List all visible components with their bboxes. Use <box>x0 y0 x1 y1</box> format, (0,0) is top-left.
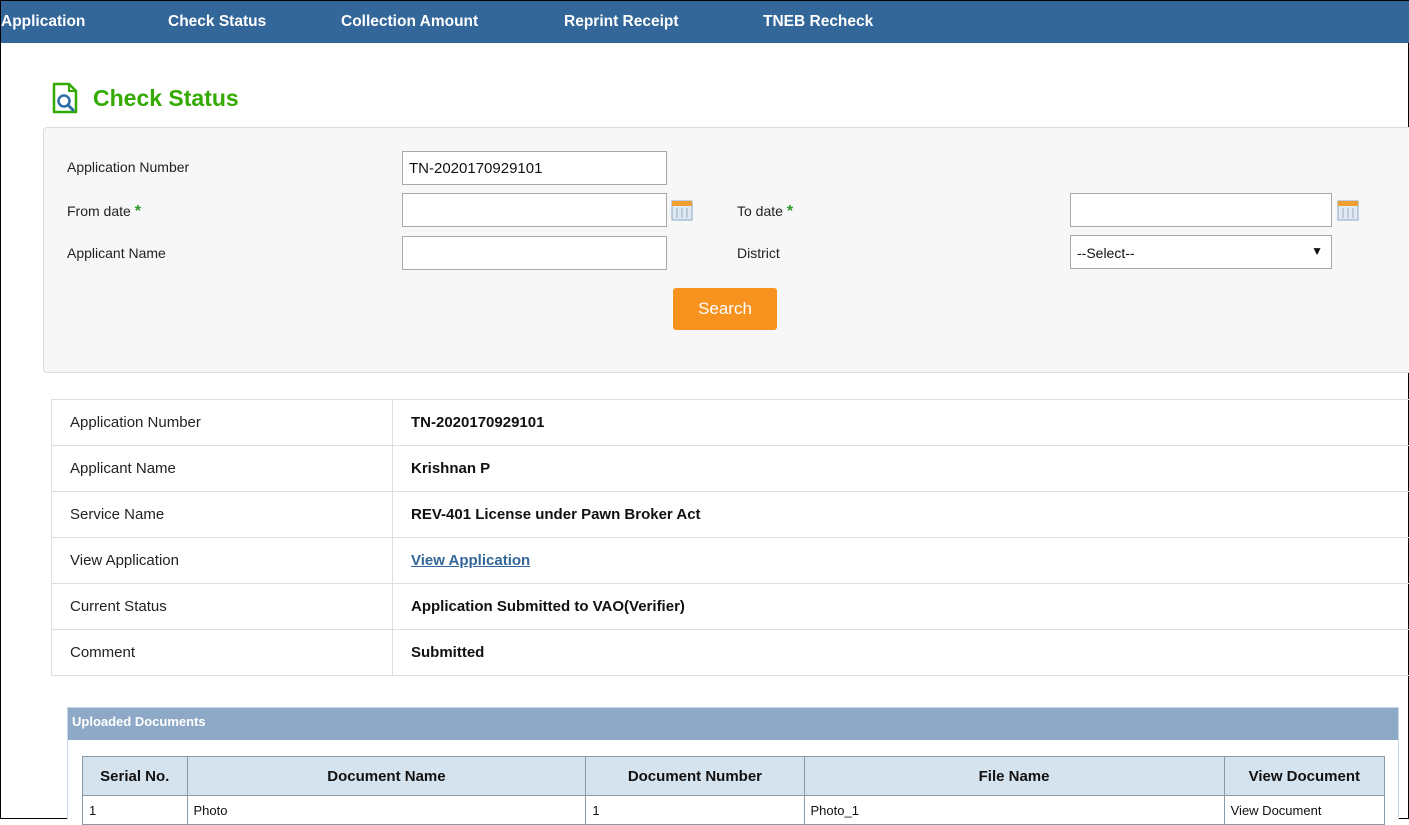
nav-tneb-recheck[interactable]: TNEB Recheck <box>763 1 873 43</box>
detail-label: Service Name <box>52 492 393 538</box>
search-button[interactable]: Search <box>673 288 777 330</box>
detail-label: Application Number <box>52 400 393 446</box>
dropdown-arrow-icon: ▼ <box>1311 244 1323 258</box>
uploaded-documents-panel: Uploaded Documents Serial No. Document N… <box>67 707 1399 820</box>
table-header-row: Serial No. Document Name Document Number… <box>83 757 1385 796</box>
table-cell: Photo_1 <box>804 796 1224 825</box>
column-header: Serial No. <box>83 757 188 796</box>
district-label: District <box>737 245 780 261</box>
to-date-input[interactable] <box>1070 193 1332 227</box>
detail-label: Current Status <box>52 584 393 630</box>
from-date-input[interactable] <box>402 193 667 227</box>
view-application-link[interactable]: View Application <box>411 552 530 569</box>
applicant-name-label: Applicant Name <box>67 245 166 261</box>
nav-application[interactable]: Application <box>1 1 85 43</box>
table-row: Service Name REV-401 License under Pawn … <box>52 492 1409 538</box>
application-number-label: Application Number <box>67 159 189 175</box>
table-row: Current Status Application Submitted to … <box>52 584 1409 630</box>
table-row: Applicant Name Krishnan P <box>52 446 1409 492</box>
nav-collection-amount[interactable]: Collection Amount <box>341 1 478 43</box>
calendar-icon[interactable] <box>671 199 693 221</box>
column-header: Document Number <box>586 757 804 796</box>
document-search-icon <box>49 81 83 124</box>
column-header: File Name <box>804 757 1224 796</box>
from-date-label: From date * <box>67 203 141 221</box>
page-title-text: Check Status <box>93 81 239 115</box>
application-details-table: Application Number TN-2020170929101 Appl… <box>51 399 1409 676</box>
detail-label: Applicant Name <box>52 446 393 492</box>
table-row: 1 Photo 1 Photo_1 View Document <box>83 796 1385 825</box>
table-cell: 1 <box>83 796 188 825</box>
table-row: Application Number TN-2020170929101 <box>52 400 1409 446</box>
detail-value: REV-401 License under Pawn Broker Act <box>393 492 1409 538</box>
detail-value: View Application <box>393 538 1409 584</box>
detail-value: TN-2020170929101 <box>393 400 1409 446</box>
documents-table: Serial No. Document Name Document Number… <box>82 756 1385 825</box>
uploaded-documents-header: Uploaded Documents <box>68 708 1398 740</box>
district-select[interactable]: --Select-- ▼ <box>1070 235 1332 269</box>
table-cell: 1 <box>586 796 804 825</box>
detail-value: Submitted <box>393 630 1409 676</box>
table-row: View Application View Application <box>52 538 1409 584</box>
top-nav-bar: Application Check Status Collection Amou… <box>1 1 1409 43</box>
application-number-input[interactable] <box>402 151 667 185</box>
column-header: View Document <box>1224 757 1384 796</box>
detail-value: Krishnan P <box>393 446 1409 492</box>
required-mark: * <box>135 203 141 220</box>
nav-check-status[interactable]: Check Status <box>168 1 266 43</box>
table-cell: Photo <box>187 796 586 825</box>
column-header: Document Name <box>187 757 586 796</box>
detail-label: Comment <box>52 630 393 676</box>
applicant-name-input[interactable] <box>402 236 667 270</box>
nav-reprint-receipt[interactable]: Reprint Receipt <box>564 1 679 43</box>
calendar-icon[interactable] <box>1337 199 1359 221</box>
district-selected-value: --Select-- <box>1077 245 1135 261</box>
view-document-link[interactable]: View Document <box>1224 796 1384 825</box>
detail-value: Application Submitted to VAO(Verifier) <box>393 584 1409 630</box>
table-row: Comment Submitted <box>52 630 1409 676</box>
detail-label: View Application <box>52 538 393 584</box>
required-mark: * <box>787 203 793 220</box>
to-date-label: To date * <box>737 203 793 221</box>
